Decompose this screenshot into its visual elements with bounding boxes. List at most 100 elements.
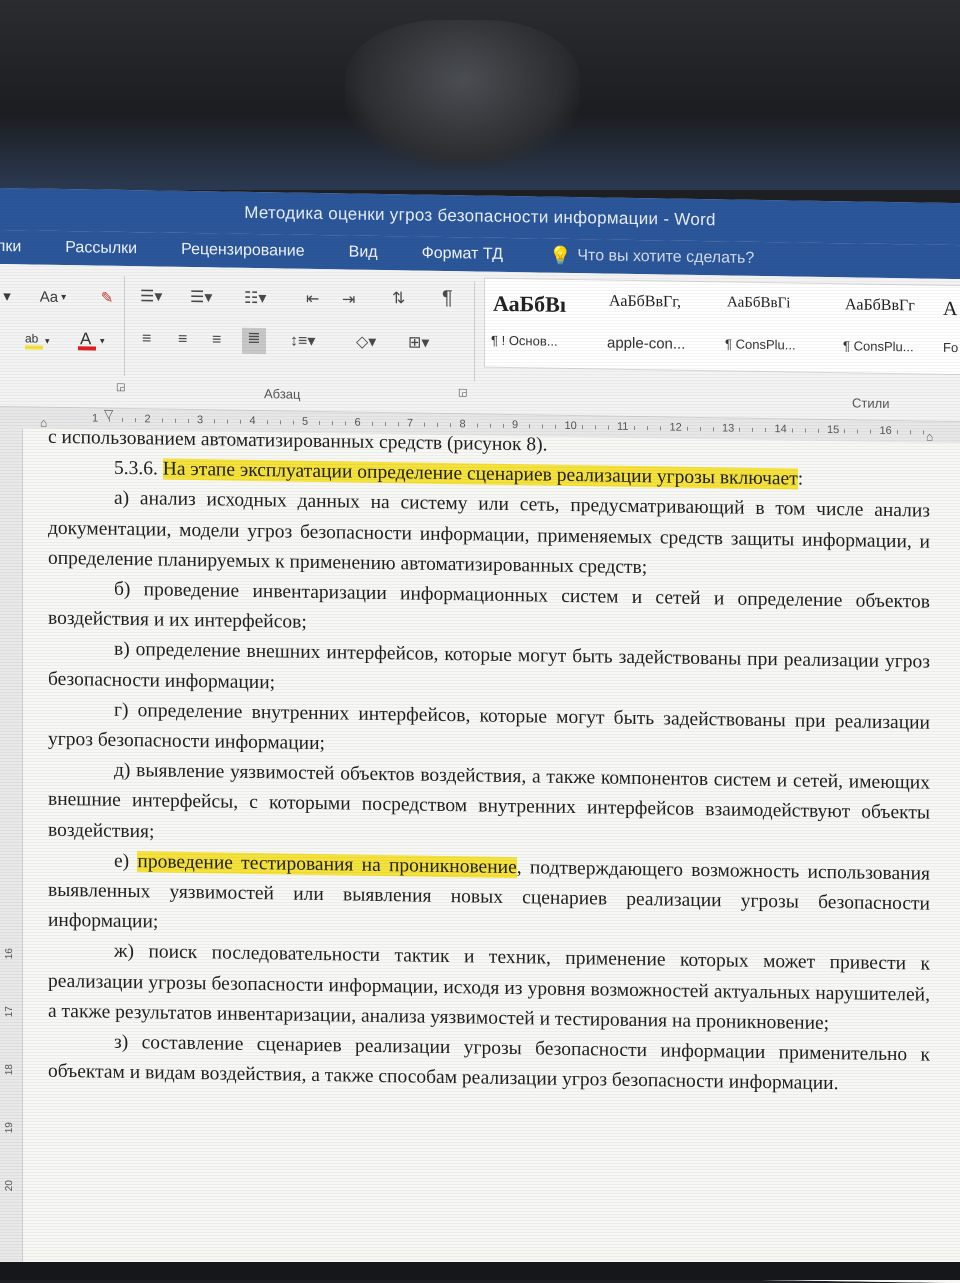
- styles-group-label: Стили: [852, 395, 890, 411]
- ruler-tick: [227, 419, 229, 424]
- ruler-tick: [804, 428, 806, 433]
- item-e-prefix: е): [114, 850, 130, 872]
- document-text[interactable]: с использованием автоматизированных сред…: [48, 423, 930, 1101]
- ruler-tick: [857, 429, 859, 434]
- list-item-a: а) анализ исходных данных на систему или…: [48, 488, 930, 578]
- ruler-tick: [161, 418, 163, 423]
- style-item-consplus-1[interactable]: АаБбВвГі ¶ ConsPlu...: [719, 282, 835, 372]
- ruler-tick: [909, 430, 911, 435]
- ruler-tick: [686, 426, 688, 431]
- background-object: [345, 20, 580, 170]
- clear-formatting-icon[interactable]: ✎: [92, 285, 122, 309]
- change-case-button[interactable]: Aa ▾: [30, 284, 76, 309]
- ruler-tick: [384, 422, 386, 427]
- ruler-tick: [450, 423, 452, 428]
- sort-icon[interactable]: ⇅: [392, 288, 405, 308]
- increase-indent-icon[interactable]: ⇥: [342, 289, 355, 309]
- align-center-icon[interactable]: ≡: [178, 331, 187, 349]
- clause-number: 5.3.6.: [114, 457, 158, 480]
- ruler-tick: [502, 423, 504, 428]
- vertical-ruler-number: 18: [4, 1064, 16, 1076]
- word-window: Методика оценки угроз безопасности инфор…: [0, 188, 960, 1283]
- style-item-apple-converted[interactable]: АаБбВвГг, apple-con...: [601, 280, 719, 370]
- style-item-partial[interactable]: А Fo: [941, 286, 960, 374]
- vertical-ruler-number: 16: [4, 948, 16, 960]
- first-line-indent-marker-icon[interactable]: ▽: [104, 407, 113, 421]
- ruler-tick: [581, 425, 583, 430]
- ruler-tick: [542, 424, 544, 429]
- vertical-ruler-number: 17: [4, 1006, 16, 1018]
- taskbar: [0, 1262, 960, 1280]
- group-separator: [474, 281, 475, 382]
- ruler-tick: [240, 419, 242, 424]
- ruler-tick: [647, 426, 649, 431]
- ruler-tick: [922, 430, 924, 435]
- list-item-d: д) выявление уязвимостей объектов воздей…: [48, 760, 930, 843]
- list-item-zh: ж) поиск последовательности тактик и тех…: [48, 941, 930, 1034]
- ruler-tick: [817, 428, 819, 433]
- ruler-tick: [555, 424, 557, 429]
- ruler-tick: [187, 418, 189, 423]
- text-highlight-color-icon[interactable]: ab ▾: [20, 328, 56, 353]
- tab-view[interactable]: Вид: [327, 243, 400, 262]
- change-case-label: Aa: [39, 288, 59, 306]
- ruler-tick: [594, 425, 596, 430]
- ruler-tick: [634, 425, 636, 430]
- svg-text:▾: ▾: [45, 336, 50, 346]
- ruler-tick: [765, 428, 767, 433]
- shading-icon[interactable]: ◇▾: [356, 332, 376, 352]
- borders-icon[interactable]: ⊞▾: [408, 332, 429, 352]
- align-left-icon[interactable]: ≡: [142, 330, 151, 348]
- style-sample: АаБбВвГі: [727, 294, 791, 312]
- chevron-down-icon: ▾: [61, 291, 67, 303]
- style-sample: АаБбВı: [493, 290, 566, 317]
- ruler-tick: [266, 420, 268, 425]
- font-size-dropdown-icon[interactable]: ▾: [0, 284, 14, 308]
- style-name: Fo: [943, 339, 959, 356]
- ruler-tick: [424, 422, 426, 427]
- ruler-tick: [791, 428, 793, 433]
- ruler-tick: [712, 427, 714, 432]
- style-item-osnov[interactable]: АаБбВı ¶ ! Основ...: [485, 279, 595, 369]
- document-page[interactable]: 16 17 18 19 20 с использованием автоматизиро…: [0, 427, 960, 1283]
- vertical-ruler-number: 19: [4, 1122, 16, 1134]
- bullets-icon[interactable]: ☰▾: [140, 286, 162, 306]
- numbering-icon[interactable]: ☰▾: [190, 287, 212, 307]
- justify-icon[interactable]: ≣: [242, 327, 266, 355]
- style-name: apple-con...: [607, 334, 686, 353]
- left-indent-marker-icon[interactable]: ⌂: [40, 416, 47, 430]
- ruler-tick: [174, 418, 176, 423]
- tab-links[interactable]: лки: [0, 238, 43, 257]
- vertical-ruler[interactable]: 16 17 18 19 20: [0, 428, 23, 1269]
- font-dialog-launcher-icon[interactable]: ◲: [116, 382, 125, 393]
- style-sample: А: [943, 297, 958, 321]
- highlighted-text: На этапе эксплуатации определение сценар…: [162, 458, 798, 490]
- font-color-a-icon: A ▾: [78, 329, 105, 351]
- show-marks-icon[interactable]: ¶: [442, 287, 453, 310]
- ruler-tick: [397, 422, 399, 427]
- decrease-indent-icon[interactable]: ⇤: [306, 289, 319, 309]
- clause-tail: :: [797, 468, 804, 490]
- tell-me-box[interactable]: 💡 Что вы хотите сделать?: [549, 245, 754, 269]
- font-color-icon[interactable]: A ▾: [72, 327, 112, 354]
- tab-format-td[interactable]: Формат ТД: [400, 244, 525, 264]
- line-spacing-icon[interactable]: ↕≡▾: [290, 331, 315, 351]
- ruler-tick: [371, 421, 373, 426]
- tab-mailings[interactable]: Рассылки: [43, 239, 159, 259]
- ruler-tick: [279, 420, 281, 425]
- align-right-icon[interactable]: ≡: [212, 331, 221, 349]
- ruler-tick: [699, 426, 701, 432]
- ruler-tick: [135, 418, 137, 423]
- ruler-tick: [319, 421, 321, 426]
- ribbon: ▾ Aa ▾ ✎ ab ▾ A ▾ ☰▾ ☰▾ ☷▾ ⇤ ⇥ ⇅ ¶ ≡ ≡ ≡ ≣ …: [0, 264, 960, 423]
- paragraph-dialog-launcher-icon[interactable]: ◲: [458, 387, 467, 398]
- ruler-tick: [489, 423, 491, 428]
- svg-text:A: A: [80, 329, 92, 348]
- multilevel-list-icon[interactable]: ☷▾: [244, 288, 266, 308]
- window-title: Методика оценки угроз безопасности инфор…: [244, 202, 716, 230]
- style-item-consplus-2[interactable]: АаБбВвГг ¶ ConsPlu...: [837, 284, 945, 374]
- ruler-tick: [844, 429, 846, 434]
- ruler-tick: [292, 420, 294, 425]
- tab-review[interactable]: Рецензирование: [159, 240, 327, 261]
- highlighter-icon: ab ▾: [25, 331, 50, 350]
